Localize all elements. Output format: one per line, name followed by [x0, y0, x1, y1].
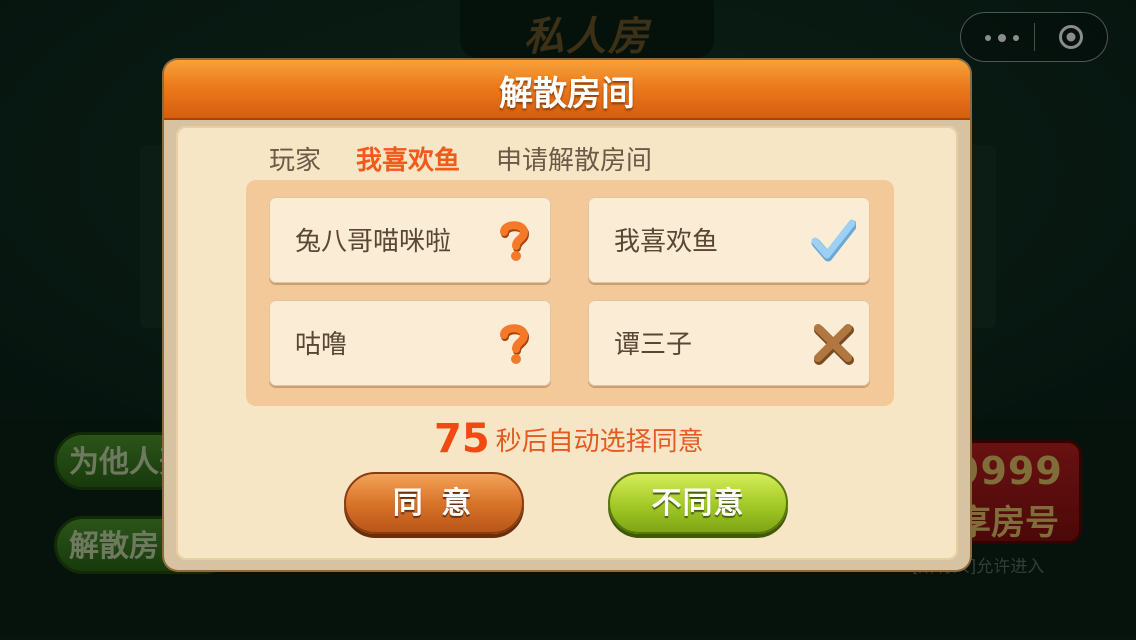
player-name: 咕噜 [295, 330, 348, 360]
player-name: 我喜欢鱼 [614, 227, 719, 257]
dialog-header: 解散房间 [164, 60, 970, 120]
player-card: 兔八哥喵咪啦 [269, 197, 551, 283]
dialog-title: 解散房间 [499, 74, 635, 114]
player-name: 兔八哥喵咪啦 [295, 227, 452, 257]
player-card: 谭三子 [588, 300, 870, 386]
player-card: 我喜欢鱼 [588, 197, 870, 283]
player-card: 咕噜 [269, 300, 551, 386]
dissolve-room-dialog: 解散房间 玩家 我喜欢鱼 申请解散房间 兔八哥喵咪啦 我喜欢鱼 咕噜 谭三子 7… [164, 60, 970, 570]
player-votes-panel: 兔八哥喵咪啦 我喜欢鱼 咕噜 谭三子 [246, 180, 894, 406]
auto-agree-countdown: 75 秒后自动选择同意 [434, 416, 704, 462]
player-name: 谭三子 [614, 330, 693, 360]
subtitle-request-text: 申请解散房间 [496, 146, 653, 176]
subtitle-player-label: 玩家 [269, 146, 322, 176]
dialog-body: 玩家 我喜欢鱼 申请解散房间 兔八哥喵咪啦 我喜欢鱼 咕噜 谭三子 75 秒后自… [176, 126, 958, 560]
question-icon [500, 324, 530, 364]
countdown-text: 秒后自动选择同意 [495, 426, 704, 457]
cross-icon [814, 324, 854, 365]
countdown-seconds: 75 [434, 416, 490, 462]
check-icon [811, 219, 856, 262]
question-icon [500, 221, 530, 261]
requester-name: 我喜欢鱼 [356, 146, 461, 176]
agree-button[interactable]: 同 意 [344, 472, 524, 534]
disagree-button[interactable]: 不同意 [608, 472, 788, 534]
